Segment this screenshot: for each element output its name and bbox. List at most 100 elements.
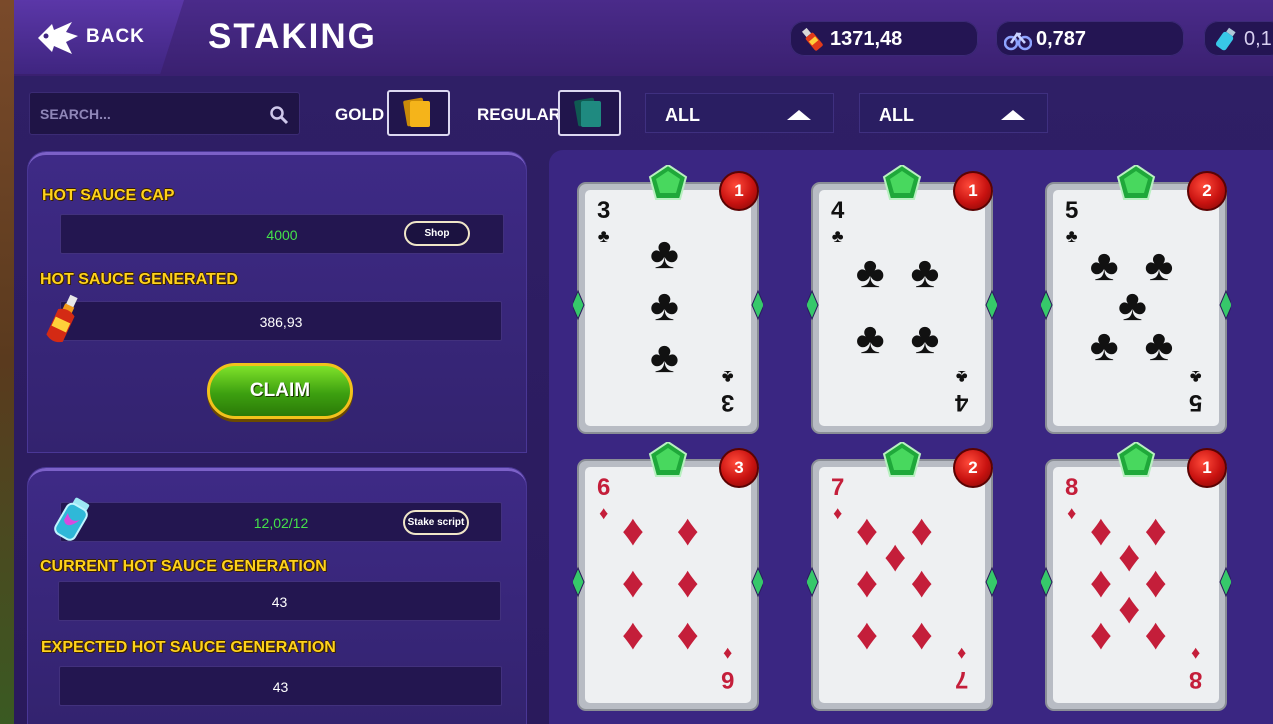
diamond-pip-icon: ♦	[855, 558, 879, 607]
gold-filter-label: GOLD	[335, 105, 385, 124]
back-label: BACK	[86, 26, 145, 47]
card-rank-top: 3 ♣	[597, 197, 611, 247]
gold-cards-icon	[403, 97, 430, 127]
current-generation-value: 43	[271, 594, 288, 610]
diamond-pip-icon: ♦	[884, 532, 907, 582]
chevron-up-icon	[787, 110, 811, 120]
card-rank-top: 5 ♣	[1065, 197, 1079, 247]
diamond-pip-icon: ♦	[855, 506, 879, 556]
card-rank-top: 8 ♦	[1065, 474, 1079, 524]
diamond-pip-icon: ♦	[1144, 609, 1167, 659]
card-count-badge: 1	[1187, 448, 1227, 488]
card-rank-bottom: 6 ♦	[721, 644, 735, 693]
club-pip-icon: ♣	[855, 247, 885, 297]
resource-value: 0,1	[1244, 28, 1272, 50]
diamond-pip-icon: ♦	[1144, 558, 1167, 607]
diamond-pip-icon: ♦	[676, 558, 699, 607]
card-rank-bottom: 4 ♣	[955, 367, 969, 416]
diamond-pip-icon: ♦	[1089, 558, 1113, 607]
club-pip-icon: ♣	[1089, 240, 1119, 290]
card-rank-top: 7 ♦	[831, 474, 845, 524]
resource-value: 0,787	[1036, 28, 1087, 50]
diamond-pip-icon: ♦	[676, 609, 699, 659]
diamond-pip-icon: ♦	[910, 558, 933, 607]
resource-value: 1371,48	[830, 28, 903, 50]
potion-vial-icon	[1215, 27, 1236, 51]
card-8-diamond[interactable]: 8 ♦ 8 ♦ ♦ ♦ ♦ ♦ ♦ ♦ ♦ ♦ 1	[1041, 442, 1231, 711]
diamond-pip-icon: ♦	[910, 506, 933, 556]
hot-sauce-bottle-icon	[46, 294, 78, 343]
card-rank-bottom: 8 ♦	[1189, 644, 1203, 693]
dropdown-value: ALL	[879, 105, 914, 125]
diamond-pip-icon: ♦	[676, 506, 699, 556]
card-4-club[interactable]: 4 ♣ 4 ♣ ♣ ♣ ♣ ♣ 1	[807, 165, 997, 434]
card-rank-bottom: 5 ♣	[1189, 367, 1203, 416]
club-pip-icon: ♣	[1144, 321, 1174, 371]
regular-filter-toggle[interactable]	[558, 90, 621, 136]
dropdown-value: ALL	[665, 105, 700, 125]
script-vial-icon	[54, 497, 90, 541]
club-pip-icon: ♣	[650, 229, 679, 279]
diamond-pip-icon: ♦	[1089, 506, 1113, 556]
club-pip-icon: ♣	[855, 314, 885, 364]
club-pip-icon: ♣	[910, 314, 940, 364]
search-placeholder: SEARCH...	[40, 106, 111, 122]
diamond-pip-icon: ♦	[1089, 609, 1113, 659]
card-rank-top: 6 ♦	[597, 474, 611, 524]
resource-potion: 0,1	[1204, 21, 1273, 56]
card-count-badge: 1	[719, 171, 759, 211]
suit-dropdown[interactable]: ALL	[645, 93, 834, 133]
bicycle-icon	[1004, 31, 1032, 51]
current-generation-field: 43	[58, 581, 501, 621]
expected-generation-label: EXPECTED HOT SAUCE GENERATION	[41, 639, 336, 656]
diamond-pip-icon: ♦	[855, 609, 879, 659]
diamond-pip-icon: ♦	[621, 558, 645, 607]
card-5-club[interactable]: 5 ♣ 5 ♣ ♣ ♣ ♣ ♣ ♣ 2	[1041, 165, 1231, 434]
expected-generation-value: 43	[272, 679, 289, 695]
search-input[interactable]: SEARCH...	[29, 92, 300, 135]
resource-hot-sauce: 1371,48	[790, 21, 978, 56]
chevron-up-icon	[1001, 110, 1025, 120]
diamond-pip-icon: ♦	[621, 609, 645, 659]
regular-cards-icon	[574, 97, 601, 127]
card-count-badge: 1	[953, 171, 993, 211]
shop-button[interactable]: Shop	[404, 221, 470, 246]
left-border	[0, 0, 14, 724]
card-3-club[interactable]: 3 ♣ 3 ♣ ♣ ♣ ♣ 1	[573, 165, 763, 434]
resource-bicycle: 0,787	[996, 21, 1184, 56]
search-icon	[270, 106, 289, 125]
card-rank-bottom: 3 ♣	[721, 367, 735, 416]
expected-generation-field: 43	[59, 666, 502, 706]
rarity-dropdown[interactable]: ALL	[859, 93, 1048, 133]
hot-sauce-cap-label: HOT SAUCE CAP	[42, 187, 175, 204]
hot-sauce-generated-value: 386,93	[259, 314, 303, 330]
hot-sauce-generated-field: 386,93	[60, 301, 502, 341]
back-button[interactable]: BACK	[14, 0, 184, 74]
current-generation-label: CURRENT HOT SAUCE GENERATION	[40, 558, 327, 575]
fish-back-icon	[38, 22, 78, 54]
card-count-badge: 3	[719, 448, 759, 488]
club-pip-icon: ♣	[1118, 281, 1147, 330]
claim-button[interactable]: CLAIM	[207, 363, 353, 419]
hot-sauce-generated-label: HOT SAUCE GENERATED	[40, 271, 238, 288]
diamond-pip-icon: ♦	[910, 609, 933, 659]
diamond-pip-icon: ♦	[621, 506, 645, 556]
club-pip-icon: ♣	[1089, 321, 1119, 371]
card-rank-top: 4 ♣	[831, 197, 845, 247]
stake-script-button[interactable]: Stake script	[403, 510, 469, 535]
club-pip-icon: ♣	[1144, 240, 1174, 290]
card-6-diamond[interactable]: 6 ♦ 6 ♦ ♦ ♦ ♦ ♦ ♦ ♦ 3	[573, 442, 763, 711]
diamond-pip-icon: ♦	[1118, 532, 1141, 582]
hot-sauce-bottle-icon	[801, 27, 823, 51]
club-pip-icon: ♣	[650, 332, 679, 382]
gold-filter-toggle[interactable]	[387, 90, 450, 136]
page-title: STAKING	[208, 17, 377, 56]
card-rank-bottom: 7 ♦	[955, 644, 969, 693]
club-pip-icon: ♣	[910, 247, 940, 297]
card-count-badge: 2	[953, 448, 993, 488]
diamond-pip-icon: ♦	[1118, 583, 1141, 633]
card-count-badge: 2	[1187, 171, 1227, 211]
diamond-pip-icon: ♦	[1144, 506, 1167, 556]
regular-filter-label: REGULAR	[477, 105, 562, 124]
card-7-diamond[interactable]: 7 ♦ 7 ♦ ♦ ♦ ♦ ♦ ♦ ♦ ♦ 2	[807, 442, 997, 711]
